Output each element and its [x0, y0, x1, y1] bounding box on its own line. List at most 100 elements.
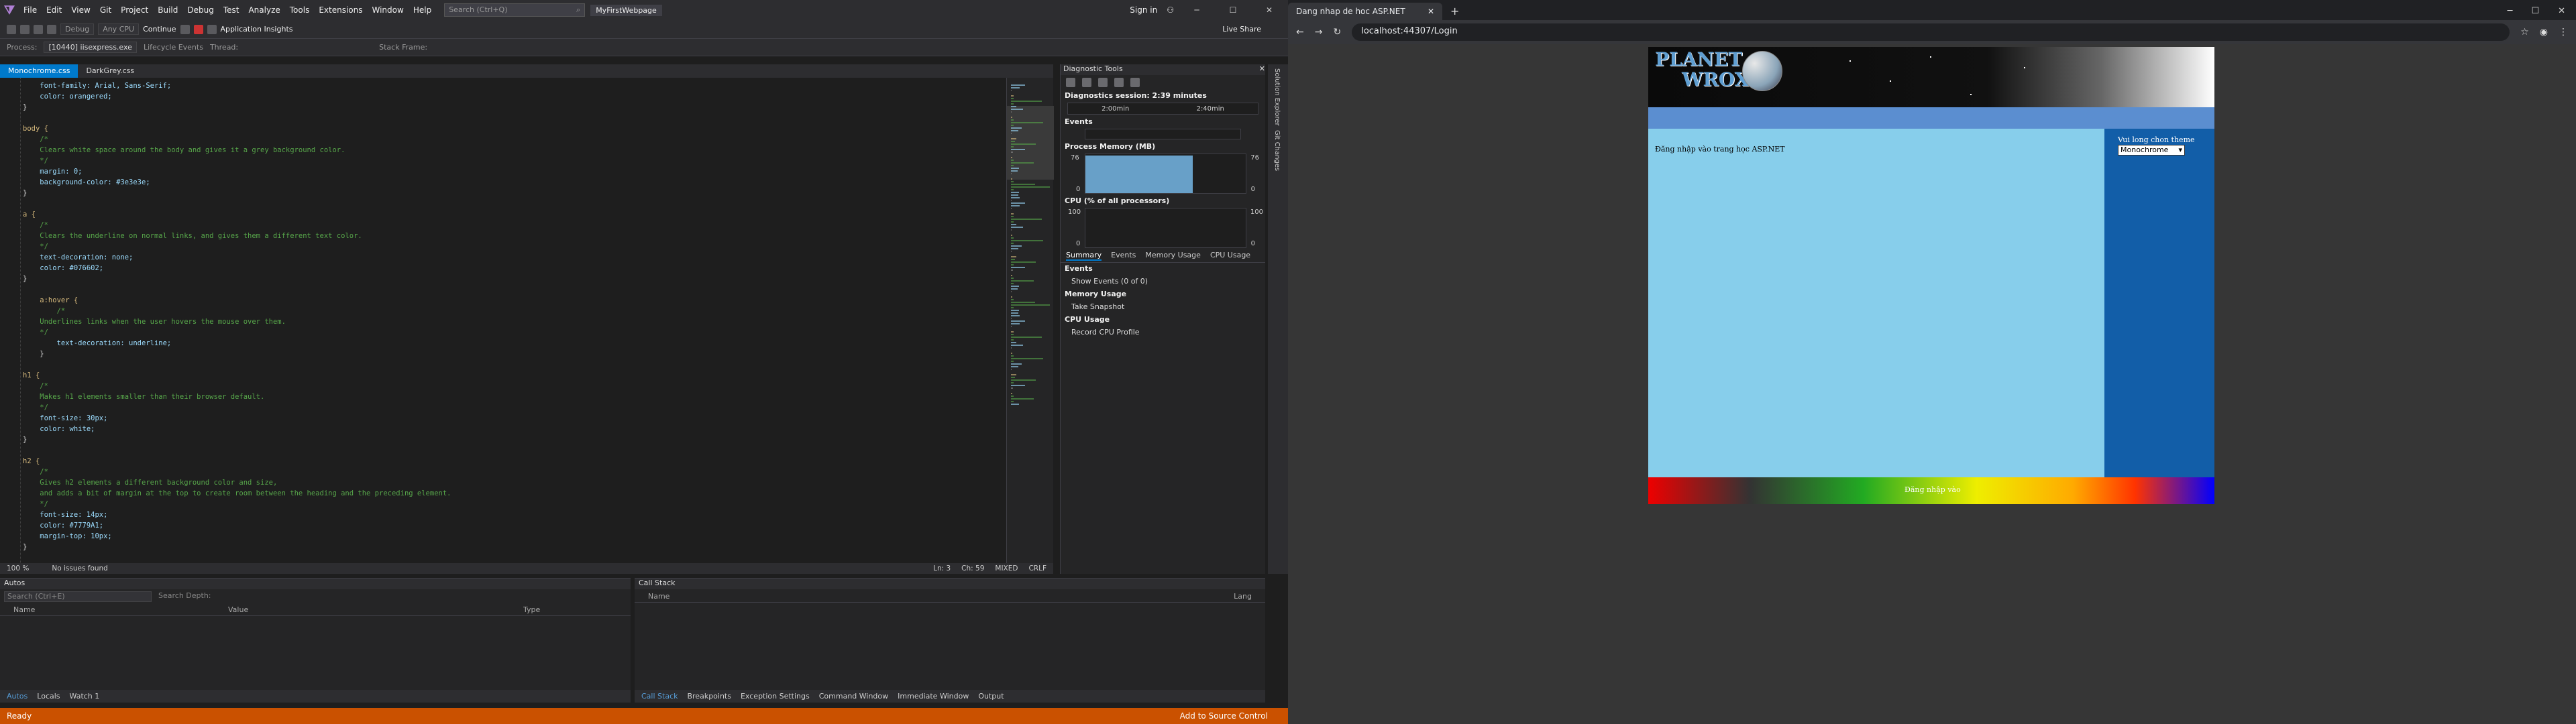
tab-events[interactable]: Events: [1111, 251, 1136, 261]
new-tab-icon[interactable]: +: [1442, 5, 1467, 20]
menu-item-build[interactable]: Build: [153, 5, 182, 15]
record-cpu-profile-button[interactable]: Record CPU Profile: [1061, 325, 1265, 339]
forward-icon[interactable]: [20, 24, 30, 34]
tab-watch-1[interactable]: Watch 1: [70, 692, 100, 701]
code-editor[interactable]: font-family: Arial, Sans-Serif; color: o…: [0, 78, 1006, 563]
tab-immediate-window[interactable]: Immediate Window: [898, 692, 969, 701]
stop-icon[interactable]: [193, 24, 203, 34]
minimap-line: [1011, 404, 1019, 405]
pause-icon[interactable]: [180, 24, 190, 34]
menu-item-edit[interactable]: Edit: [42, 5, 66, 15]
col-name[interactable]: Name: [13, 605, 228, 614]
maximize-icon[interactable]: ☐: [2531, 6, 2539, 16]
menu-item-window[interactable]: Window: [368, 5, 409, 15]
account-icon[interactable]: ⚇: [1167, 5, 1174, 15]
autos-search-input[interactable]: Search (Ctrl+E): [4, 591, 152, 602]
minimap[interactable]: [1006, 78, 1054, 563]
tab-command-window[interactable]: Command Window: [819, 692, 888, 701]
url-input[interactable]: localhost:44307/Login: [1352, 23, 2510, 41]
save-all-icon[interactable]: [47, 24, 56, 34]
lifecycle-events[interactable]: Lifecycle Events: [144, 43, 203, 52]
back-icon[interactable]: [7, 24, 16, 34]
timeline-ruler[interactable]: 2:00min 2:40min: [1067, 103, 1258, 115]
reload-icon[interactable]: ↻: [1333, 27, 1341, 38]
browser-tab[interactable]: Dang nhap de hoc ASP.NET ✕: [1288, 3, 1442, 20]
tab-summary[interactable]: Summary: [1066, 251, 1102, 261]
restart-icon[interactable]: [207, 24, 217, 34]
close-icon[interactable]: ✕: [1256, 5, 1283, 15]
tab-locals[interactable]: Locals: [37, 692, 60, 701]
col-name[interactable]: Name: [648, 592, 669, 601]
tab-git-changes[interactable]: Git Changes: [1273, 130, 1281, 171]
forward-icon[interactable]: →: [1315, 27, 1323, 38]
platform-select[interactable]: Any CPU: [98, 23, 140, 35]
close-icon[interactable]: ✕: [2558, 6, 2565, 16]
whitespace-mode[interactable]: MIXED: [995, 564, 1018, 572]
tab-breakpoints[interactable]: Breakpoints: [687, 692, 731, 701]
diagnostic-tools-panel: Diagnostic Tools ✕ Diagnostics session: 2…: [1060, 64, 1265, 574]
menu-item-view[interactable]: View: [66, 5, 95, 15]
menu-item-file[interactable]: File: [19, 5, 42, 15]
menu-item-debug[interactable]: Debug: [182, 5, 218, 15]
zoom-out-icon[interactable]: [1114, 78, 1124, 87]
tab-memory-usage[interactable]: Memory Usage: [1145, 251, 1201, 261]
menu-item-git[interactable]: Git: [95, 5, 116, 15]
cpu-section[interactable]: CPU (% of all processors): [1061, 195, 1265, 206]
app-insights-button[interactable]: Application Insights: [221, 25, 293, 34]
theme-select[interactable]: Monochrome ▾: [2118, 145, 2185, 156]
close-tab-icon[interactable]: ✕: [1428, 7, 1434, 16]
memory-section[interactable]: Process Memory (MB): [1061, 141, 1265, 152]
code-line: */: [23, 157, 48, 165]
zoom-level[interactable]: 100 %: [7, 564, 29, 572]
show-events-link[interactable]: Show Events (0 of 0): [1061, 274, 1265, 288]
select-tools-icon[interactable]: [1082, 78, 1091, 87]
maximize-icon[interactable]: ☐: [1220, 5, 1246, 15]
add-to-source-control[interactable]: Add to Source Control: [1180, 711, 1288, 721]
code-line: margin: 0;: [23, 168, 83, 176]
col-value[interactable]: Value: [228, 605, 523, 614]
line-ending[interactable]: CRLF: [1028, 564, 1046, 572]
search-input[interactable]: Search (Ctrl+Q) ⌕: [444, 3, 586, 17]
tab-call-stack[interactable]: Call Stack: [641, 692, 678, 701]
tab-autos[interactable]: Autos: [7, 692, 28, 701]
menu-item-project[interactable]: Project: [116, 5, 153, 15]
minimap-line: [1011, 202, 1025, 204]
bookmark-star-icon[interactable]: ☆: [2520, 27, 2529, 38]
live-share-button[interactable]: Live Share: [1222, 25, 1261, 34]
menu-item-extensions[interactable]: Extensions: [314, 5, 367, 15]
col-lang[interactable]: Lang: [1234, 592, 1252, 601]
profile-icon[interactable]: ◉: [2540, 27, 2548, 38]
close-icon[interactable]: ✕: [1259, 64, 1265, 75]
issues-status[interactable]: No issues found: [52, 564, 108, 572]
minimap-line: [1011, 237, 1014, 239]
menu-item-test[interactable]: Test: [219, 5, 244, 15]
tab-monochrome-css[interactable]: Monochrome.css: [0, 64, 78, 78]
process-select[interactable]: [10440] iisexpress.exe: [44, 42, 137, 53]
continue-button[interactable]: Continue: [143, 25, 176, 34]
menu-kebab-icon[interactable]: ⋮: [2559, 27, 2568, 38]
minimap-line: [1011, 393, 1013, 394]
sign-in-link[interactable]: Sign in: [1130, 5, 1157, 15]
browser-tab-title: Dang nhap de hoc ASP.NET: [1296, 7, 1405, 16]
menu-item-tools[interactable]: Tools: [285, 5, 315, 15]
save-icon[interactable]: [34, 24, 43, 34]
config-select[interactable]: Debug: [60, 23, 95, 35]
events-section[interactable]: Events: [1061, 116, 1265, 127]
tab-darkgrey-css[interactable]: DarkGrey.css: [78, 64, 142, 78]
take-snapshot-button[interactable]: Take Snapshot: [1061, 300, 1265, 314]
tab-exception-settings[interactable]: Exception Settings: [741, 692, 810, 701]
site-logo[interactable]: PLANET WROX: [1655, 50, 1749, 90]
tab-cpu-usage[interactable]: CPU Usage: [1210, 251, 1250, 261]
minimize-icon[interactable]: ─: [2508, 6, 2513, 16]
menu-item-analyze[interactable]: Analyze: [244, 5, 284, 15]
summary-memory-heading: Memory Usage: [1065, 290, 1127, 298]
col-type[interactable]: Type: [523, 605, 540, 614]
back-icon[interactable]: ←: [1296, 27, 1304, 38]
minimize-icon[interactable]: ─: [1183, 5, 1210, 15]
menu-item-help[interactable]: Help: [409, 5, 436, 15]
zoom-in-icon[interactable]: [1098, 78, 1108, 87]
settings-icon[interactable]: [1066, 78, 1075, 87]
reset-zoom-icon[interactable]: [1130, 78, 1140, 87]
tab-solution-explorer[interactable]: Solution Explorer: [1273, 68, 1281, 126]
tab-output[interactable]: Output: [978, 692, 1004, 701]
